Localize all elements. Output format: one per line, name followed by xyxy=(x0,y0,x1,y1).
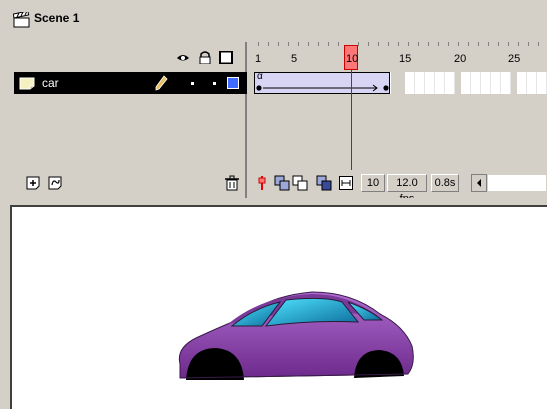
frame-cell[interactable] xyxy=(405,72,415,94)
ruler-tick xyxy=(408,42,409,46)
current-frame-field: 10 xyxy=(361,174,385,192)
ruler-tick xyxy=(538,42,539,46)
frame-ruler[interactable]: 1 5 10 15 20 25 xyxy=(249,42,547,72)
frame-cell[interactable] xyxy=(501,72,511,94)
modify-onion-markers-icon[interactable] xyxy=(338,175,354,191)
ruler-tick xyxy=(338,42,339,46)
outline-color-swatch[interactable] xyxy=(227,77,239,89)
ruler-tick xyxy=(288,42,289,46)
ruler-tick xyxy=(478,42,479,46)
ruler-tick xyxy=(388,42,389,46)
frame-cell[interactable] xyxy=(517,72,527,94)
ruler-tick xyxy=(508,42,509,46)
frame-cell[interactable] xyxy=(491,72,501,94)
scene-bar: Scene 1 xyxy=(0,0,547,42)
tween-arrow xyxy=(256,84,389,92)
ruler-label: 5 xyxy=(291,53,298,65)
onion-skin-icon[interactable] xyxy=(274,175,290,191)
pencil-icon xyxy=(155,75,168,91)
ruler-tick xyxy=(368,42,369,46)
edit-multiple-frames-icon[interactable] xyxy=(316,175,332,191)
layer-name: car xyxy=(42,76,59,90)
car-graphic[interactable] xyxy=(172,282,422,402)
ruler-tick xyxy=(358,42,359,46)
ruler-tick xyxy=(428,42,429,46)
ruler-tick xyxy=(318,42,319,46)
ruler-tick xyxy=(328,42,329,46)
layer-row-car[interactable]: car xyxy=(14,72,247,94)
stage-area xyxy=(0,198,547,409)
frame-cell[interactable] xyxy=(415,72,425,94)
scroll-left-button[interactable] xyxy=(471,174,487,192)
frame-cell[interactable] xyxy=(527,72,537,94)
trash-icon[interactable] xyxy=(224,175,240,191)
lock-dot[interactable] xyxy=(213,82,216,85)
frames-row-car[interactable]: α xyxy=(254,71,547,94)
ruler-label: 20 xyxy=(454,53,467,65)
ruler-tick xyxy=(438,42,439,46)
frame-rate-field[interactable]: 12.0 fps xyxy=(387,174,427,198)
horizontal-scrollbar[interactable] xyxy=(487,174,547,192)
frame-cell[interactable] xyxy=(425,72,435,94)
layer-header xyxy=(10,42,247,72)
ruler-tick xyxy=(278,42,279,46)
ruler-tick xyxy=(498,42,499,46)
ruler-tick xyxy=(378,42,379,46)
ruler-label: 1 xyxy=(255,53,262,65)
ruler-tick xyxy=(458,42,459,46)
ruler-tick xyxy=(418,42,419,46)
eye-icon[interactable] xyxy=(176,51,190,64)
outline-icon[interactable] xyxy=(219,51,233,64)
stage[interactable] xyxy=(10,205,547,409)
ruler-label: 10 xyxy=(346,53,359,65)
visibility-dot[interactable] xyxy=(191,82,194,85)
ruler-tick xyxy=(528,42,529,46)
layer-footer xyxy=(14,170,245,196)
ruler-label: 15 xyxy=(399,53,412,65)
onion-skin-outlines-icon[interactable] xyxy=(292,175,308,191)
elapsed-time-field: 0.8s xyxy=(431,174,459,192)
frame-cell[interactable] xyxy=(481,72,491,94)
scene-title: Scene 1 xyxy=(34,11,80,25)
timeline-panel: car 1 5 10 15 20 25 α 10 12.0 0.8s xyxy=(10,42,547,198)
ruler-tick xyxy=(258,42,259,46)
ruler-label: 25 xyxy=(508,53,521,65)
frame-pane: 1 5 10 15 20 25 α 10 12.0 0.8s xyxy=(249,42,547,198)
ruler-tick xyxy=(398,42,399,46)
lock-icon[interactable] xyxy=(198,51,212,64)
ruler-tick xyxy=(308,42,309,46)
ruler-tick xyxy=(448,42,449,46)
ruler-tick xyxy=(268,42,269,46)
timeline-footer: 10 12.0 fps 0.8s xyxy=(249,170,547,198)
layer-icon xyxy=(19,77,35,90)
ruler-tick xyxy=(488,42,489,46)
frame-cell[interactable] xyxy=(461,72,471,94)
playhead-line xyxy=(351,70,352,170)
motion-tween-span[interactable]: α xyxy=(254,71,390,94)
frame-cell[interactable] xyxy=(445,72,455,94)
frame-divider xyxy=(391,72,405,94)
layer-pane: car xyxy=(10,42,247,198)
clapperboard-icon[interactable] xyxy=(13,12,30,28)
layer-list-empty xyxy=(14,94,245,170)
ruler-tick xyxy=(298,42,299,46)
add-guide-layer-icon[interactable] xyxy=(48,175,64,191)
center-frame-icon[interactable] xyxy=(254,175,270,191)
frame-cell[interactable] xyxy=(435,72,445,94)
ruler-tick xyxy=(518,42,519,46)
ruler-tick xyxy=(468,42,469,46)
frame-cell[interactable] xyxy=(471,72,481,94)
add-layer-icon[interactable] xyxy=(26,175,42,191)
arrow-left-icon xyxy=(477,179,481,187)
frame-cell[interactable] xyxy=(537,72,547,94)
